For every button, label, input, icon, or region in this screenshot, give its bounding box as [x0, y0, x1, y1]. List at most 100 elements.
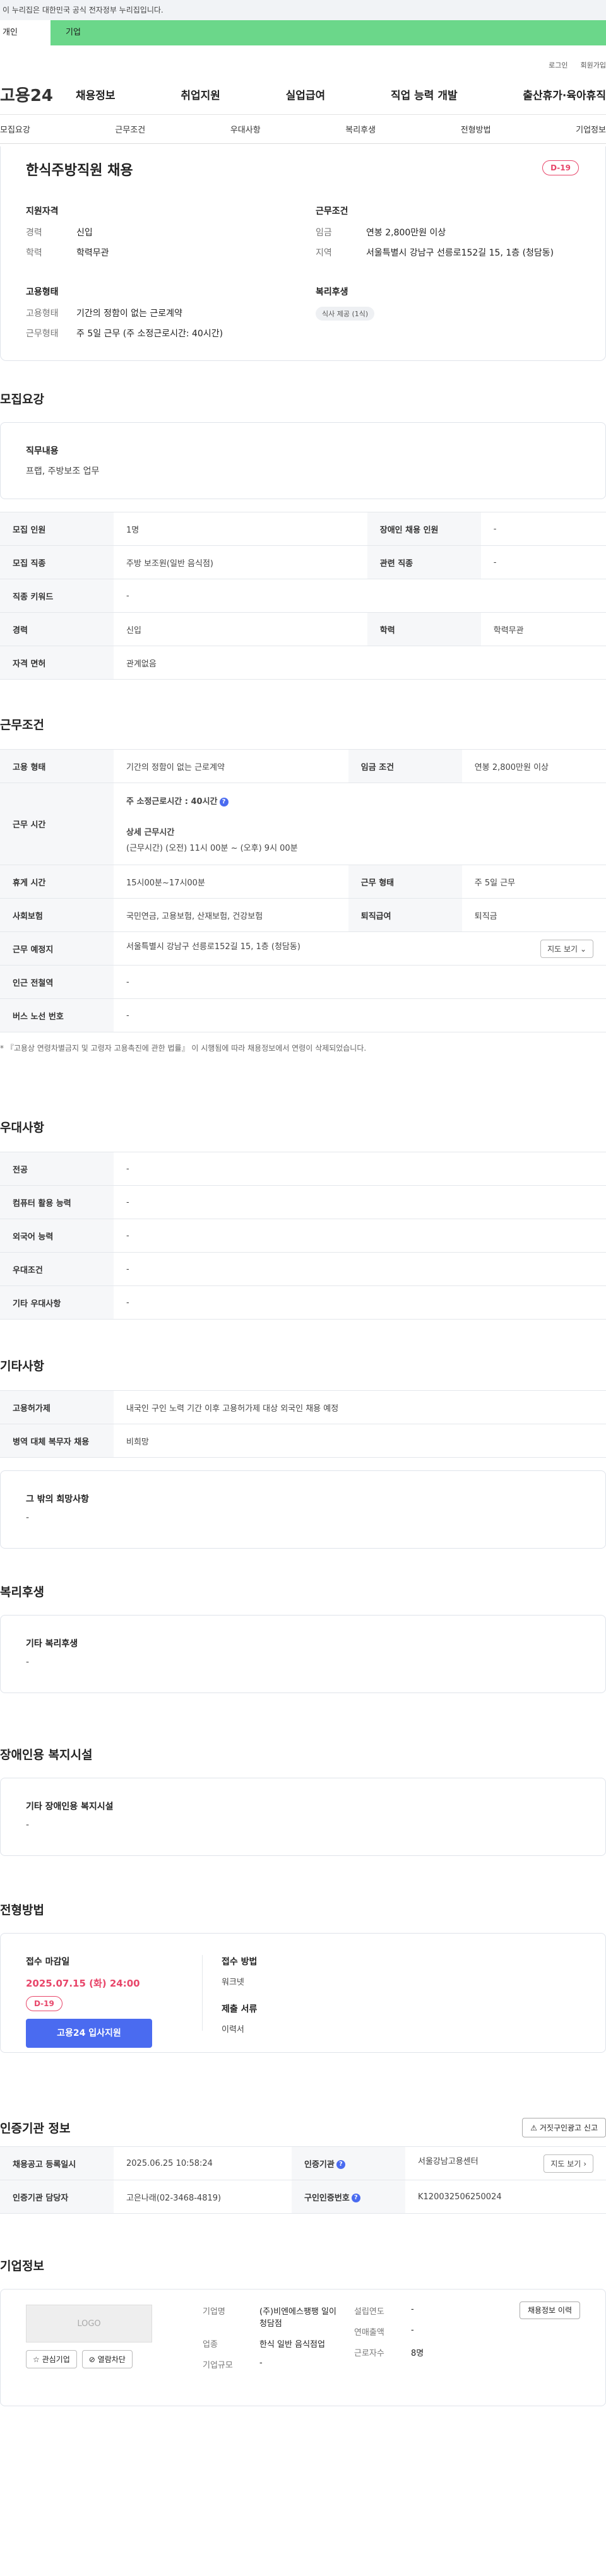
tab-pref[interactable]: 우대사항: [230, 123, 261, 135]
apply-button[interactable]: 고용24 입사지원: [26, 2019, 152, 2048]
qualification-title: 지원자격: [26, 206, 59, 216]
duty-title: 직무내용: [26, 446, 59, 456]
selection-title: 전형방법: [0, 1903, 44, 1917]
gnb-vocational-training[interactable]: 직업 능력 개발: [391, 86, 458, 102]
hours-detail-title: 상세 근무시간: [126, 828, 175, 837]
disabled-box: 기타 장애인용 복지시설 -: [0, 1778, 606, 1856]
place-value: 서울특별시 강남구 선릉로152길 15, 1층 (청담동): [126, 942, 300, 952]
condition-title: 근무조건: [316, 206, 348, 216]
docs-label: 제출 서류: [222, 2004, 258, 2014]
td: 고은나래(02-3468-4819): [114, 2180, 292, 2214]
map-button[interactable]: 지도 보기 ›: [544, 2154, 593, 2173]
tab-company[interactable]: 기업정보: [576, 123, 606, 135]
td: 학력무관: [480, 612, 606, 646]
cond-row: 임금 연봉 2,800만원 이상: [316, 226, 580, 239]
map-button[interactable]: 지도 보기 ⌄: [540, 939, 593, 958]
staff-label: 근로자수: [354, 2349, 384, 2358]
tab-work[interactable]: 근무조건: [115, 123, 145, 135]
td: 연봉 2,800만원 이상: [461, 749, 606, 783]
favorite-button[interactable]: ☆ 관심기업: [26, 2350, 77, 2368]
dday-badge: D-19: [542, 160, 579, 175]
qual-value: 학력무관: [76, 248, 109, 258]
pref-table: 전공 - 컴퓨터 활용 능력 - 외국어 능력 - 우대조건 - 기타 우대사항 -: [0, 1152, 606, 1320]
industry-label: 업종: [203, 2340, 218, 2349]
work-title: 근무조건: [0, 718, 44, 732]
gnb-jobs[interactable]: 채용정보: [76, 86, 116, 102]
company-logo: LOGO: [26, 2305, 152, 2343]
name-value: (주)비엔에스팽팽 일이청담점: [259, 2307, 336, 2329]
table-row: 외국어 능력 -: [0, 1219, 606, 1253]
table-row: 전공 -: [0, 1152, 606, 1186]
site-logo[interactable]: 고용24: [0, 83, 76, 106]
disabled-section: 장애인용 복지시설 기타 장애인용 복지시설 -: [0, 1746, 606, 1856]
staff-value: 8명: [411, 2349, 424, 2358]
info-icon[interactable]: ?: [351, 2194, 360, 2202]
report-button[interactable]: ⚠ 거짓구인광고 신고: [522, 2118, 606, 2137]
recruit-table: 모집 인원 1명 장애인 채용 인원 - 모집 직종 주방 보조원(일반 음식점) 관련 …: [0, 512, 606, 680]
disabled-box-title: 기타 장애인용 복지시설: [26, 1802, 114, 1812]
tab-recruit[interactable]: 모집요강: [0, 123, 30, 135]
block-button[interactable]: ⊘ 열람차단: [81, 2350, 133, 2368]
found-value: -: [411, 2305, 414, 2314]
th: 인증기관 담당자: [0, 2180, 114, 2214]
table-row: 휴게 시간 15시00분~17시00분 근무 형태 주 5일 근무: [0, 865, 606, 899]
qual-label: 경력: [26, 228, 42, 238]
gnb-unemployment-benefit[interactable]: 실업급여: [286, 86, 326, 102]
td: -: [480, 545, 606, 579]
no-label: 구인인증번호: [304, 2193, 350, 2203]
duty-box: 직무내용 프랩, 주방보조 업무: [0, 422, 606, 499]
emp-label: 고용형태: [26, 309, 59, 319]
alert-icon: ⚠: [530, 2124, 538, 2132]
company-info-col2: 설립연도 - 연매출액 - 근로자수 8명: [354, 2305, 499, 2390]
th: 근무 시간: [0, 783, 114, 865]
history-button[interactable]: 채용정보 이력: [519, 2301, 580, 2319]
gnb-parental-leave[interactable]: 출산휴가·육아휴직: [523, 86, 606, 102]
join-link[interactable]: 회원가입: [581, 60, 606, 70]
th: 사회보험: [0, 898, 114, 932]
company-logo-col: LOGO ☆ 관심기업 ⊘ 열람차단: [26, 2305, 203, 2390]
cond-value: 서울특별시 강남구 선릉로152길 15, 1층 (청담동): [366, 248, 554, 258]
docs-value: 이력서: [222, 2025, 244, 2035]
welfare-section: 복리후생 기타 복리후생 -: [0, 1583, 606, 1693]
td: 관계없음: [114, 646, 606, 680]
tab-selection[interactable]: 전형방법: [461, 123, 491, 135]
table-row: 컴퓨터 활용 능력 -: [0, 1185, 606, 1219]
td: -: [114, 1219, 606, 1253]
cond-value: 연봉 2,800만원 이상: [366, 228, 446, 238]
table-row: 병역 대체 복무자 채용 비희망: [0, 1424, 606, 1458]
star-icon: ☆: [33, 2355, 40, 2364]
tab-personal[interactable]: 개인: [0, 20, 50, 45]
selection-section: 전형방법 접수 마감일 2025.07.15 (화) 24:00 D-19 고용…: [0, 1901, 606, 2053]
tab-company[interactable]: 기업: [50, 20, 81, 45]
favorite-label: 관심기업: [42, 2355, 70, 2364]
tab-welfare[interactable]: 복리후생: [345, 123, 376, 135]
welfare-box-value: -: [26, 1657, 30, 1667]
selection-box: 접수 마감일 2025.07.15 (화) 24:00 D-19 고용24 입사…: [0, 1933, 606, 2053]
org-value: 서울강남고용센터: [418, 2156, 478, 2166]
org-label: 인증기관: [304, 2159, 335, 2170]
size-label: 기업규모: [203, 2361, 233, 2370]
welfare-chip: 식사 제공 (1식): [316, 307, 375, 321]
login-link[interactable]: 로그인: [549, 60, 567, 70]
th: 우대조건: [0, 1252, 114, 1286]
report-button-label: 거짓구인광고 신고: [539, 2124, 598, 2132]
gov-banner: 이 누리집은 대한민국 공식 전자정부 누리집입니다.: [0, 0, 606, 20]
th: 구인인증번호?: [292, 2180, 406, 2214]
gnb-employment-support[interactable]: 취업지원: [181, 86, 220, 102]
industry-value: 한식 일반 음식점업: [259, 2340, 325, 2349]
table-row: 고용 형태 기간의 정함이 없는 근로계약 임금 조건 연봉 2,800만원 이상: [0, 749, 606, 783]
td: 국민연금, 고용보험, 산재보험, 건강보험: [114, 898, 348, 932]
cond-label: 임금: [316, 228, 332, 238]
th: 고용 형태: [0, 749, 114, 783]
table-row: 자격 면허 관계없음: [0, 646, 606, 680]
td: -: [114, 998, 606, 1032]
disabled-title: 장애인용 복지시설: [0, 1748, 93, 1762]
wish-box: 그 밖의 희망사항 -: [0, 1470, 606, 1549]
emp-row: 근무형태 주 5일 근무 (주 소정근로시간: 40시간): [26, 327, 290, 340]
method-label: 접수 방법: [222, 1957, 258, 1967]
info-icon[interactable]: ?: [336, 2160, 345, 2169]
place-cell: 서울특별시 강남구 선릉로152길 15, 1층 (청담동) 지도 보기 ⌄: [114, 931, 606, 966]
th: 근무 형태: [348, 865, 462, 899]
size-value: -: [259, 2358, 263, 2368]
info-icon[interactable]: ?: [219, 797, 229, 806]
